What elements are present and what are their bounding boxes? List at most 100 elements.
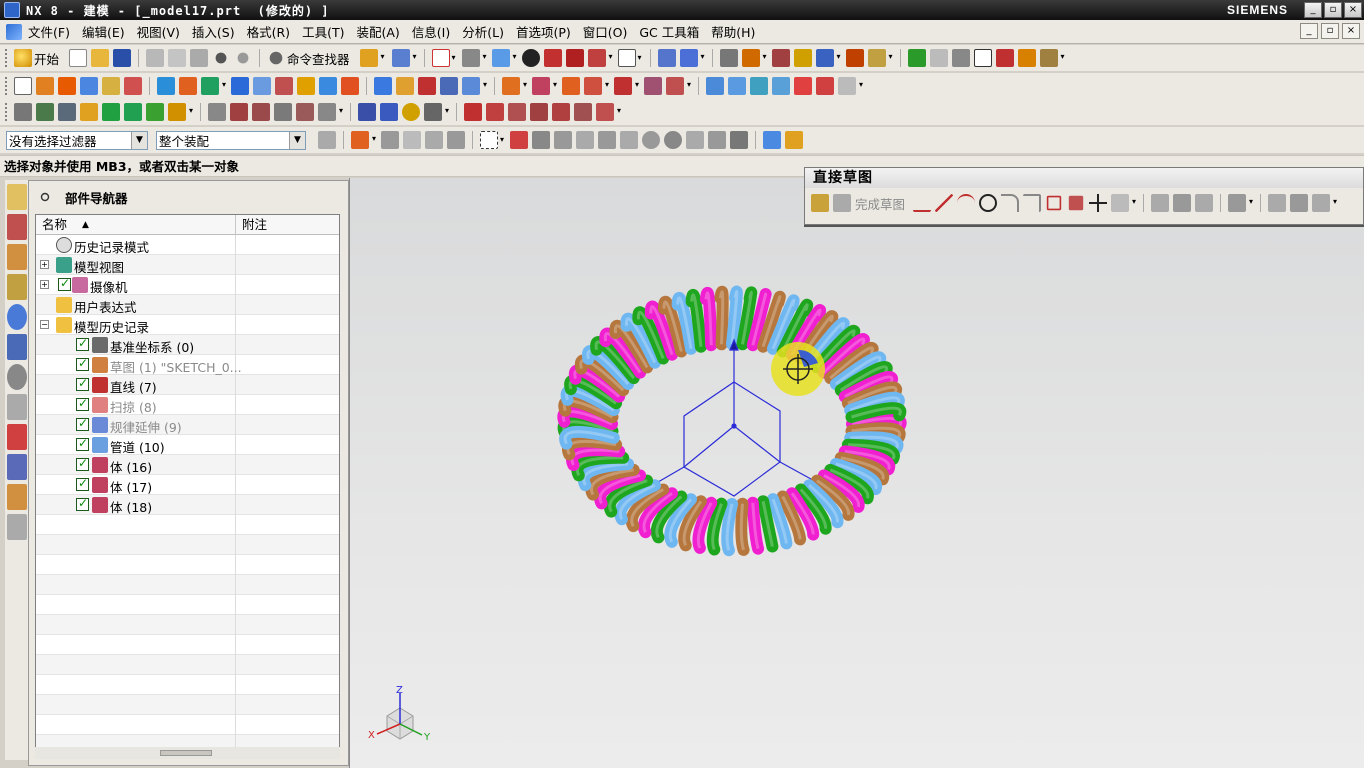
snap-existing-icon[interactable] xyxy=(664,131,682,149)
sketch-icon[interactable] xyxy=(811,194,829,212)
tree-name-cell[interactable]: 体 (18) xyxy=(36,494,236,515)
menu-edit[interactable]: 编辑(E) xyxy=(76,22,131,41)
scrollbar-thumb[interactable] xyxy=(160,750,212,756)
navigator-horizontal-scrollbar[interactable] xyxy=(35,747,340,759)
background-icon[interactable] xyxy=(617,49,642,67)
pad-icon[interactable] xyxy=(297,77,315,95)
expand-icon[interactable]: + xyxy=(40,279,49,289)
blank-sketch-icon[interactable] xyxy=(14,77,32,95)
menu-file[interactable]: 文件(F) xyxy=(22,22,76,41)
report-icon[interactable] xyxy=(995,49,1014,67)
visibility-checkbox[interactable] xyxy=(76,436,89,451)
model-scene[interactable]: Z X Y xyxy=(350,178,1364,768)
section-view-icon[interactable] xyxy=(587,49,613,67)
tree-row[interactable]: + 模型视图 xyxy=(36,254,339,275)
graphics-window[interactable]: Z X Y xyxy=(350,178,1364,768)
visibility-checkbox[interactable] xyxy=(76,336,89,351)
roles-tab[interactable] xyxy=(7,484,27,510)
csys-origin[interactable] xyxy=(731,423,737,429)
tree-name-cell[interactable]: + 摄像机 xyxy=(36,274,236,295)
web-browser-tab[interactable] xyxy=(7,304,27,330)
edge-display-icon[interactable] xyxy=(543,49,562,67)
menu-view[interactable]: 视图(V) xyxy=(131,22,186,41)
tree-row[interactable]: 用户表达式 xyxy=(36,294,339,315)
toolbar-grip[interactable] xyxy=(4,48,8,68)
tree-name-cell[interactable]: 基准坐标系 (0) xyxy=(36,334,236,355)
binoculars-icon[interactable] xyxy=(269,51,283,65)
bridge-curve-icon[interactable] xyxy=(208,103,226,121)
datum-plane-icon[interactable] xyxy=(36,103,54,121)
clock-tab[interactable] xyxy=(7,364,27,390)
visibility-checkbox[interactable] xyxy=(58,276,71,291)
tree-name-cell[interactable]: 直线 (7) xyxy=(36,374,236,395)
surface-ruled-icon[interactable] xyxy=(706,77,724,95)
toolbar-grip[interactable] xyxy=(4,76,8,96)
trim-curve-icon[interactable] xyxy=(380,103,398,121)
face-analysis-icon[interactable] xyxy=(565,49,584,67)
tree-name-cell[interactable]: 历史记录模式 xyxy=(36,234,236,255)
chamfer-icon[interactable] xyxy=(396,77,414,95)
cut-icon[interactable] xyxy=(146,49,165,67)
tree-row[interactable]: 规律延伸 (9) xyxy=(36,414,339,435)
selection-priority-icon[interactable] xyxy=(359,49,385,67)
face-rule-icon[interactable] xyxy=(403,131,421,149)
reuse-library-tab[interactable] xyxy=(7,274,27,300)
undo-icon[interactable] xyxy=(215,52,227,64)
snap-quadrant-icon[interactable] xyxy=(642,131,660,149)
revolve-icon[interactable] xyxy=(58,77,76,95)
helix-icon[interactable] xyxy=(102,103,120,121)
snap-tangent-icon[interactable] xyxy=(598,131,616,149)
studio-spline-icon[interactable] xyxy=(508,103,526,121)
tree-name-cell[interactable]: 用户表达式 xyxy=(36,294,236,315)
save-icon[interactable] xyxy=(113,49,132,67)
check-mark-icon[interactable] xyxy=(907,49,926,67)
constraint-icon[interactable] xyxy=(1268,194,1287,212)
hole-icon[interactable] xyxy=(231,77,249,95)
type-filter-select[interactable]: 没有选择过滤器 ▼ xyxy=(6,130,148,150)
visibility-checkbox[interactable] xyxy=(76,476,89,491)
render-style-icon[interactable] xyxy=(521,49,540,67)
history-tab[interactable] xyxy=(7,334,27,360)
menu-window[interactable]: 窗口(O) xyxy=(577,22,634,41)
system-materials-tab[interactable] xyxy=(7,394,27,420)
join-curve-icon[interactable] xyxy=(230,103,248,121)
project-curve-icon[interactable] xyxy=(252,103,270,121)
boss-icon[interactable] xyxy=(253,77,271,95)
visibility-checkbox[interactable] xyxy=(76,416,89,431)
view-orientation-icon[interactable] xyxy=(461,49,487,67)
measure-angle-icon[interactable] xyxy=(867,49,893,67)
tree-name-cell[interactable]: 体 (17) xyxy=(36,474,236,495)
window-layout-icon[interactable] xyxy=(391,49,417,67)
paste-icon[interactable] xyxy=(190,49,209,67)
manufacturing-wizard-tab[interactable] xyxy=(7,454,27,480)
pattern-feature-icon[interactable] xyxy=(462,77,487,95)
trim-body-icon[interactable] xyxy=(502,77,527,95)
curve-length-icon[interactable] xyxy=(358,103,376,121)
make-corner-icon[interactable] xyxy=(1195,194,1214,212)
show-hide-icon[interactable] xyxy=(815,49,841,67)
menu-preferences[interactable]: 首选项(P) xyxy=(510,22,577,41)
intersection-curve-icon[interactable] xyxy=(296,103,314,121)
point-icon[interactable] xyxy=(80,103,98,121)
visibility-checkbox[interactable] xyxy=(76,396,89,411)
menu-information[interactable]: 信息(I) xyxy=(406,22,456,41)
menu-insert[interactable]: 插入(S) xyxy=(186,22,241,41)
tree-row[interactable]: 管道 (10) xyxy=(36,434,339,455)
menu-assemblies[interactable]: 装配(A) xyxy=(350,22,405,41)
pin-icon[interactable] xyxy=(40,192,50,202)
visibility-checkbox[interactable] xyxy=(76,376,89,391)
menu-help[interactable]: 帮助(H) xyxy=(705,22,761,41)
thumbnail-icon[interactable] xyxy=(929,49,948,67)
wcs-icon[interactable] xyxy=(657,49,676,67)
tree-name-cell[interactable]: + 模型视图 xyxy=(36,254,236,275)
close-button[interactable]: × xyxy=(1344,2,1362,18)
rectangle-select-icon[interactable] xyxy=(480,131,504,149)
start-icon[interactable] xyxy=(14,49,32,67)
process-studio-tab[interactable] xyxy=(7,424,27,450)
split-body-icon[interactable] xyxy=(532,77,557,95)
basic-line-icon[interactable] xyxy=(464,103,482,121)
ellipse-icon[interactable] xyxy=(574,103,592,121)
tree-name-cell[interactable]: − 模型历史记录 xyxy=(36,314,236,335)
doc-minimize-button[interactable]: _ xyxy=(1300,23,1318,39)
chevron-down-icon[interactable]: ▼ xyxy=(289,131,305,149)
